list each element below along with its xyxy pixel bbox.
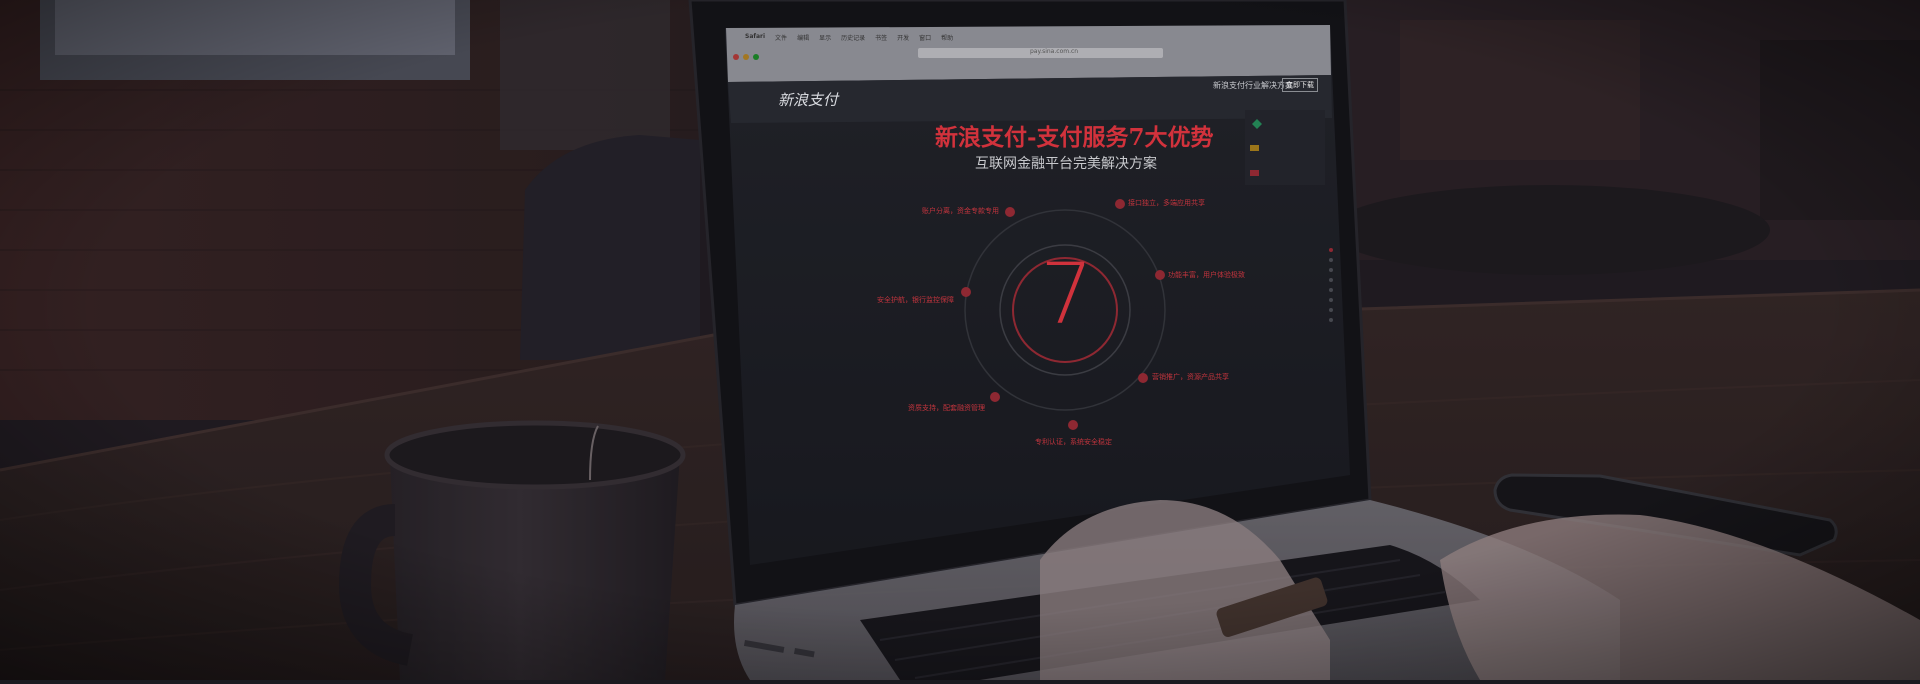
- menu-item[interactable]: Safari: [745, 33, 765, 42]
- menu-item[interactable]: 显示: [819, 33, 831, 42]
- menu-item[interactable]: 文件: [775, 33, 787, 42]
- menu-item[interactable]: 编辑: [797, 33, 809, 42]
- feature-label: 账户分离，资金专款专用: [922, 207, 999, 215]
- download-button[interactable]: 立即下载: [1282, 78, 1318, 92]
- menu-item[interactable]: 窗口: [919, 33, 931, 42]
- subheadline: 互联网金融平台完美解决方案: [975, 156, 1157, 172]
- browser-menu: Safari 文件 编辑 显示 历史记录 书签 开发 窗口 帮助: [745, 33, 953, 42]
- photo-scene: 新浪支付 新浪支付行业解决方案 立即下载 新浪支付-支付服务7大优势 互联网金融…: [0, 0, 1920, 680]
- site-logo-text[interactable]: 新浪支付: [778, 89, 838, 111]
- url-text[interactable]: pay.sina.com.cn: [1030, 48, 1078, 55]
- big-number-seven: 7: [1040, 245, 1094, 343]
- menu-item[interactable]: 帮助: [941, 33, 953, 42]
- feature-label: 专利认证，系统安全稳定: [1035, 438, 1112, 446]
- feature-label: 功能丰富，用户体验极致: [1168, 271, 1245, 279]
- headline: 新浪支付-支付服务7大优势: [935, 124, 1214, 151]
- menu-item[interactable]: 历史记录: [841, 33, 865, 42]
- menu-item[interactable]: 书签: [875, 33, 887, 42]
- photo-illustration: [0, 0, 1920, 680]
- feature-label: 安全护航，银行监控保障: [877, 296, 954, 304]
- feature-label: 营销推广，资源产品共享: [1152, 373, 1229, 381]
- top-right-link[interactable]: 新浪支付行业解决方案: [1213, 80, 1293, 91]
- menu-item[interactable]: 开发: [897, 33, 909, 42]
- feature-label: 资质支持，配套融资管理: [908, 404, 985, 412]
- feature-label: 接口独立，多端应用共享: [1128, 199, 1205, 207]
